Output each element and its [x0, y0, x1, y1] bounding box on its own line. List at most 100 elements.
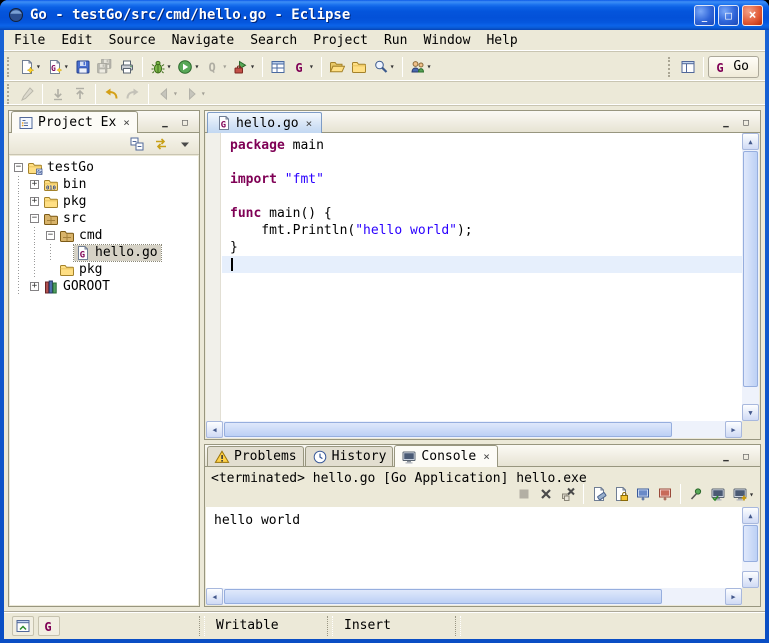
maximize-view-button[interactable]: □ — [737, 449, 755, 464]
view-menu-button[interactable] — [174, 132, 196, 156]
toolbar-grip[interactable] — [668, 57, 673, 77]
menu-file[interactable]: File — [6, 31, 53, 50]
external-tools-button[interactable]: ▾ — [230, 55, 258, 79]
tree-toggle-plus[interactable]: + — [30, 197, 39, 206]
tree-node-pkg[interactable]: +pkg — [14, 193, 198, 210]
search-dropdown[interactable]: ▾ — [390, 62, 395, 71]
tree-node-goroot[interactable]: +GOROOT — [14, 278, 198, 295]
maximize-button[interactable]: □ — [718, 5, 739, 26]
open-folder-button[interactable] — [348, 55, 370, 79]
run-dropdown[interactable]: ▾ — [194, 62, 199, 71]
minimize-view-button[interactable]: ▁ — [156, 115, 174, 130]
external-tools-dropdown[interactable]: ▾ — [250, 62, 255, 71]
pin-console-button[interactable] — [685, 482, 707, 506]
tree-node-hello-go[interactable]: hello.go — [14, 244, 198, 261]
tree-toggle-plus[interactable]: + — [30, 180, 39, 189]
scroll-up-button[interactable]: ▲ — [742, 133, 759, 150]
menu-project[interactable]: Project — [305, 31, 376, 50]
menu-run[interactable]: Run — [376, 31, 415, 50]
new-go-element-dropdown[interactable]: ▾ — [64, 62, 69, 71]
remove-launch-button[interactable] — [535, 482, 557, 506]
console-vertical-scrollbar[interactable]: ▲ ▼ — [742, 507, 759, 588]
menu-help[interactable]: Help — [478, 31, 525, 50]
back-to-last-edit-button[interactable] — [100, 82, 122, 106]
title-bar[interactable]: Go - testGo/src/cmd/hello.go - Eclipse _… — [0, 0, 769, 30]
code-line-6[interactable]: fmt.Println("hello world"); — [222, 222, 742, 239]
minimize-view-button[interactable]: ▁ — [717, 115, 735, 130]
code-area[interactable]: package main import "fmt" func main() { fm… — [222, 133, 742, 421]
open-console-dropdown[interactable]: ▾ — [749, 490, 754, 499]
tree-toggle-plus[interactable]: + — [30, 282, 39, 291]
toolbar-grip[interactable] — [7, 84, 12, 104]
open-console-button[interactable]: ▾ — [729, 482, 757, 506]
tab-problems[interactable]: Problems — [207, 446, 304, 466]
console-output[interactable]: hello world — [206, 507, 742, 588]
debug-button[interactable]: ▾ — [147, 55, 175, 79]
show-on-stderr-button[interactable] — [654, 482, 676, 506]
menu-source[interactable]: Source — [101, 31, 164, 50]
code-line-7[interactable]: } — [222, 239, 742, 256]
scrollbar-thumb[interactable] — [743, 525, 758, 562]
tab-project-explorer[interactable]: Project Ex × — [11, 111, 138, 133]
tab-history[interactable]: History — [305, 446, 394, 466]
maximize-view-button[interactable]: □ — [737, 115, 755, 130]
code-line-2[interactable] — [222, 154, 742, 171]
minimize-button[interactable]: _ — [694, 5, 715, 26]
menu-search[interactable]: Search — [242, 31, 305, 50]
tree-node-bin[interactable]: +bin — [14, 176, 198, 193]
scroll-down-button[interactable]: ▼ — [742, 571, 759, 588]
clear-console-button[interactable] — [588, 482, 610, 506]
console-horizontal-scrollbar[interactable]: ◀ ▶ — [206, 588, 742, 605]
scroll-right-button[interactable]: ▶ — [725, 588, 742, 605]
scroll-up-button[interactable]: ▲ — [742, 507, 759, 524]
menu-window[interactable]: Window — [415, 31, 478, 50]
scrollbar-thumb[interactable] — [224, 589, 662, 604]
print-button[interactable] — [116, 55, 138, 79]
collapse-all-button[interactable] — [126, 132, 148, 156]
new-go-element-button[interactable]: ▾ — [44, 55, 72, 79]
maximize-view-button[interactable]: □ — [176, 115, 194, 130]
team-button[interactable]: ▾ — [407, 55, 435, 79]
team-dropdown[interactable]: ▾ — [427, 62, 432, 71]
go-trim-button[interactable] — [38, 616, 60, 636]
show-on-stdout-button[interactable] — [632, 482, 654, 506]
tree-node-testgo[interactable]: −testGo — [14, 159, 198, 176]
menu-navigate[interactable]: Navigate — [164, 31, 243, 50]
remove-all-terminated-button[interactable] — [557, 482, 579, 506]
new-go-file-button[interactable]: ▾ — [289, 55, 317, 79]
code-line-4[interactable] — [222, 188, 742, 205]
toolbar-grip[interactable] — [7, 57, 12, 77]
menu-edit[interactable]: Edit — [53, 31, 100, 50]
display-selected-console-button[interactable] — [707, 482, 729, 506]
new-dropdown[interactable]: ▾ — [36, 62, 41, 71]
tree-node-cmd[interactable]: −cmd — [14, 227, 198, 244]
code-line-3[interactable]: import "fmt" — [222, 171, 742, 188]
code-line-1[interactable]: package main — [222, 137, 742, 154]
code-line-8[interactable] — [222, 256, 742, 273]
close-icon[interactable]: × — [305, 117, 314, 130]
tab-hello-go[interactable]: hello.go × — [207, 112, 322, 133]
go-perspective-button[interactable]: Go — [708, 56, 759, 78]
tree-node-src[interactable]: −src — [14, 210, 198, 227]
new-go-project-button[interactable] — [267, 55, 289, 79]
open-go-package-button[interactable] — [326, 55, 348, 79]
fast-view-button[interactable] — [12, 616, 34, 636]
tab-console[interactable]: Console× — [394, 445, 497, 467]
close-icon[interactable]: × — [122, 116, 131, 129]
minimize-view-button[interactable]: ▁ — [717, 449, 735, 464]
save-button[interactable] — [72, 55, 94, 79]
tree-node-pkg[interactable]: pkg — [14, 261, 198, 278]
debug-dropdown[interactable]: ▾ — [167, 62, 172, 71]
search-button[interactable]: ▾ — [370, 55, 398, 79]
tree-toggle-minus[interactable]: − — [30, 214, 39, 223]
close-icon[interactable]: × — [482, 450, 491, 463]
code-line-5[interactable]: func main() { — [222, 205, 742, 222]
new-go-file-dropdown[interactable]: ▾ — [309, 62, 314, 71]
tree-toggle-minus[interactable]: − — [14, 163, 23, 172]
scroll-left-button[interactable]: ◀ — [206, 421, 223, 438]
scrollbar-thumb[interactable] — [743, 151, 758, 387]
run-button[interactable]: ▾ — [174, 55, 202, 79]
editor-vertical-scrollbar[interactable]: ▲ ▼ — [742, 133, 759, 421]
open-perspective-button[interactable] — [677, 55, 699, 79]
scroll-right-button[interactable]: ▶ — [725, 421, 742, 438]
